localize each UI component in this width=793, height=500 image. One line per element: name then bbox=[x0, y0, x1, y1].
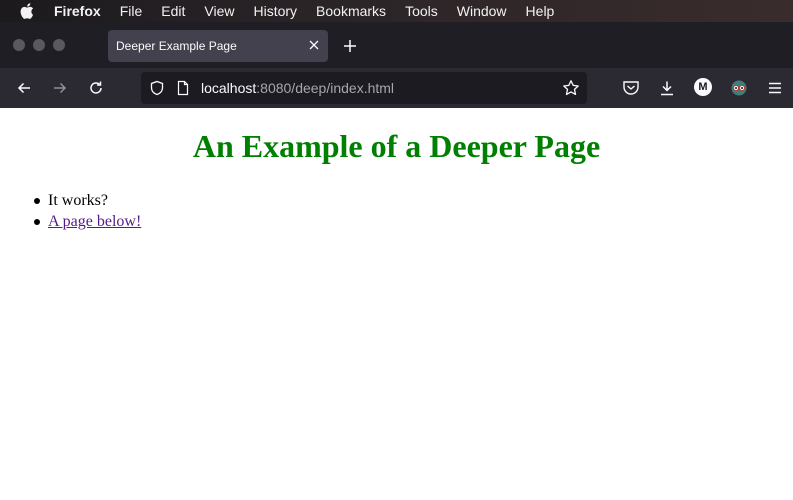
page-icon[interactable] bbox=[176, 80, 190, 96]
tab-title: Deeper Example Page bbox=[116, 39, 237, 53]
macos-menu-bar: Firefox File Edit View History Bookmarks… bbox=[0, 0, 793, 22]
menu-bookmarks[interactable]: Bookmarks bbox=[316, 3, 386, 19]
window-minimize-button[interactable] bbox=[33, 39, 45, 51]
navigation-toolbar: localhost:8080/deep/index.html M bbox=[0, 68, 793, 109]
back-arrow-icon[interactable] bbox=[15, 79, 33, 97]
menu-view[interactable]: View bbox=[204, 3, 234, 19]
url-text[interactable]: localhost:8080/deep/index.html bbox=[201, 80, 394, 96]
url-bar[interactable]: localhost:8080/deep/index.html bbox=[141, 72, 587, 104]
url-path: :8080/deep/index.html bbox=[256, 80, 395, 96]
menu-app-firefox[interactable]: Firefox bbox=[54, 3, 101, 19]
url-host: localhost bbox=[201, 80, 257, 96]
menu-help[interactable]: Help bbox=[526, 3, 555, 19]
pocket-icon[interactable] bbox=[622, 79, 640, 97]
page-below-link[interactable]: A page below! bbox=[48, 213, 141, 230]
menu-window[interactable]: Window bbox=[457, 3, 507, 19]
tab-deeper-example-page[interactable]: Deeper Example Page bbox=[108, 30, 328, 62]
reload-icon[interactable] bbox=[87, 79, 105, 97]
list-item-text: It works? bbox=[48, 192, 108, 209]
page-content: An Example of a Deeper Page It works? A … bbox=[0, 108, 793, 500]
account-icon[interactable]: M bbox=[694, 78, 712, 96]
close-icon[interactable] bbox=[307, 38, 321, 52]
menu-file[interactable]: File bbox=[120, 3, 143, 19]
menu-history[interactable]: History bbox=[253, 3, 297, 19]
menu-icon[interactable] bbox=[766, 79, 784, 97]
download-icon[interactable] bbox=[658, 79, 676, 97]
shield-icon[interactable] bbox=[149, 80, 165, 96]
list-item: It works? bbox=[33, 190, 141, 211]
tab-strip: Deeper Example Page bbox=[0, 22, 793, 68]
content-list: It works? A page below! bbox=[33, 190, 141, 232]
apple-logo-icon[interactable] bbox=[20, 3, 36, 19]
new-tab-button[interactable] bbox=[342, 38, 358, 54]
menu-edit[interactable]: Edit bbox=[161, 3, 185, 19]
extension-icon[interactable] bbox=[730, 79, 748, 97]
window-zoom-button[interactable] bbox=[53, 39, 65, 51]
page-heading: An Example of a Deeper Page bbox=[192, 128, 601, 164]
window-close-button[interactable] bbox=[13, 39, 25, 51]
menu-tools[interactable]: Tools bbox=[405, 3, 438, 19]
forward-arrow-icon[interactable] bbox=[51, 79, 69, 97]
star-icon[interactable] bbox=[562, 79, 580, 97]
list-item: A page below! bbox=[33, 211, 141, 232]
